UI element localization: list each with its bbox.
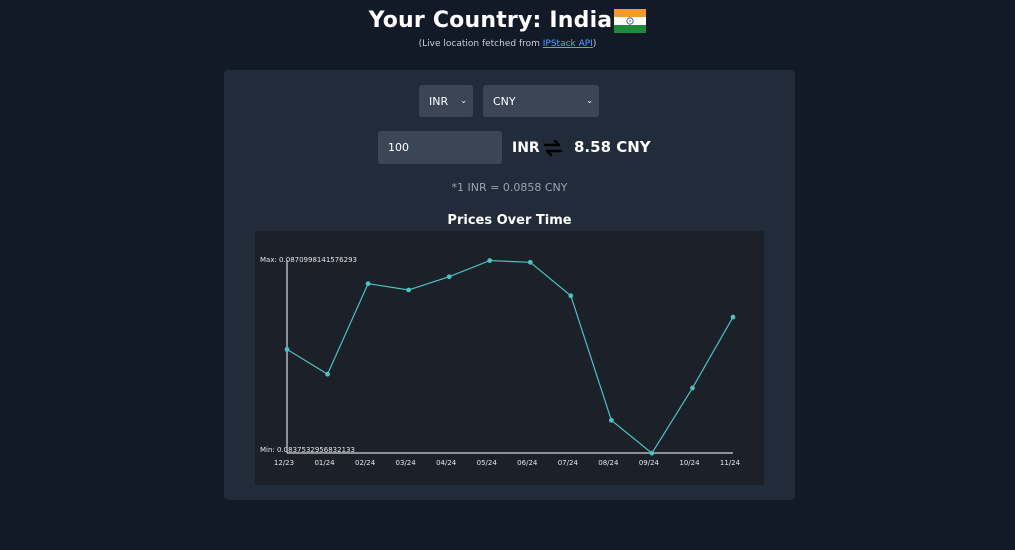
data-point [649, 450, 655, 456]
exchange-rate-note: *1 INR = 0.0858 CNY [451, 181, 568, 194]
location-source-note: (Live location fetched from IPStack API) [418, 39, 597, 49]
x-tick-label: 02/24 [355, 459, 376, 467]
x-tick-label: 10/24 [679, 459, 700, 467]
page-header: Your Country: India (Live location fetch… [0, 8, 1015, 49]
min-value-label: Min: 0.0837532956832133 [260, 446, 355, 454]
from-currency-code: INR [512, 140, 540, 156]
data-point [365, 281, 371, 287]
to-currency-select[interactable]: CNY ⌄ [483, 85, 599, 117]
x-tick-label: 03/24 [396, 459, 417, 467]
chart-title: Prices Over Time [447, 213, 572, 228]
data-point [406, 287, 412, 293]
data-point [730, 314, 736, 320]
x-tick-label: 08/24 [598, 459, 619, 467]
conversion-result: 8.58 CNY [574, 138, 651, 156]
data-point [608, 417, 614, 423]
converter-card: INR ⌄ CNY ⌄ 100 INR 8.58 CNY *1 INR = 0.… [224, 70, 795, 500]
data-point [568, 293, 574, 299]
india-flag-icon [614, 8, 647, 33]
x-tick-label: 05/24 [477, 459, 498, 467]
data-point [446, 274, 452, 280]
data-point [284, 346, 290, 352]
data-point [487, 258, 493, 263]
page-title: Your Country: India [368, 8, 613, 33]
from-currency-select[interactable]: INR ⌄ [419, 85, 473, 117]
x-tick-label: 04/24 [436, 459, 457, 467]
data-point [325, 371, 330, 377]
price-chart-svg: 12/23 01/24 02/24 03/24 04/24 05/24 06/24 07/24… [260, 256, 741, 467]
x-tick-label: 12/23 [274, 459, 294, 467]
amount-input[interactable]: 100 [378, 131, 502, 164]
price-chart: 12/23 01/24 02/24 03/24 04/24 05/24 06/24 07/24… [255, 231, 764, 485]
max-value-label: Max: 0.0870998141576293 [260, 256, 357, 264]
x-tick-label: 09/24 [639, 459, 660, 467]
ipstack-api-link[interactable]: IPStack API [543, 39, 593, 49]
x-tick-label: 07/24 [558, 459, 579, 467]
price-series-line [286, 259, 734, 455]
data-point [690, 385, 695, 391]
x-tick-label: 11/24 [720, 459, 741, 467]
swap-icon[interactable] [542, 138, 564, 158]
x-tick-label: 06/24 [517, 459, 538, 467]
chevron-down-icon: ⌄ [460, 96, 467, 105]
data-point [527, 259, 533, 265]
x-tick-label: 01/24 [314, 459, 335, 467]
chevron-down-icon: ⌄ [586, 96, 593, 105]
